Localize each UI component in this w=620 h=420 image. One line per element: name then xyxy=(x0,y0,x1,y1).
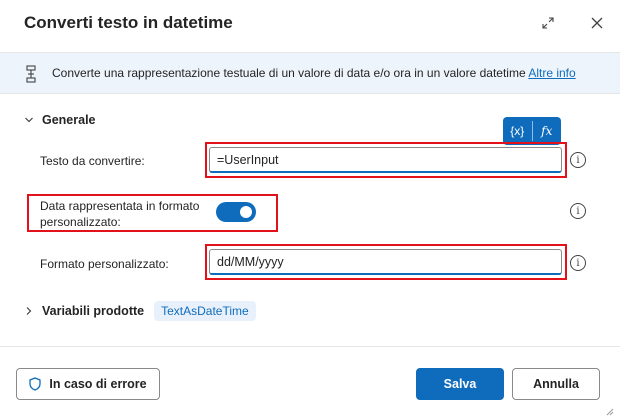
on-error-button[interactable]: In caso di errore xyxy=(16,368,160,400)
custom-format-toggle[interactable] xyxy=(216,202,256,222)
info-icon[interactable]: i xyxy=(570,203,586,219)
info-icon[interactable]: i xyxy=(570,152,586,168)
chevron-down-icon xyxy=(24,115,34,125)
info-icon[interactable]: i xyxy=(570,255,586,271)
produced-variables-title: Variabili prodotte xyxy=(42,304,145,318)
banner-description: Converte una rappresentazione testuale d… xyxy=(52,66,526,80)
custom-format-toggle-label-line1: Data rappresentata in formato xyxy=(40,199,200,213)
custom-format-input[interactable]: dd/MM/yyyy xyxy=(209,249,562,275)
text-to-convert-input[interactable]: =UserInput xyxy=(209,147,562,173)
expand-icon xyxy=(542,17,554,29)
close-button[interactable] xyxy=(586,12,608,34)
learn-more-link[interactable]: Altre info xyxy=(528,66,575,80)
save-button[interactable]: Salva xyxy=(416,368,504,400)
variable-function-picker: {x} fx xyxy=(503,117,561,145)
custom-format-toggle-label-line2: personalizzato: xyxy=(40,215,121,229)
resize-grip-icon[interactable] xyxy=(604,406,614,416)
produced-variables-header[interactable]: Variabili prodotte TextAsDateTime xyxy=(24,301,256,321)
custom-format-label: Formato personalizzato: xyxy=(40,257,169,271)
function-picker-button[interactable]: fx xyxy=(533,117,562,145)
text-to-convert-label: Testo da convertire: xyxy=(40,154,145,168)
on-error-label: In caso di errore xyxy=(49,377,147,391)
convert-text-datetime-dialog: Converti testo in datetime Converte una … xyxy=(0,0,620,420)
expand-button[interactable] xyxy=(537,12,559,34)
close-icon xyxy=(591,17,603,29)
banner-text: Converte una rappresentazione testuale d… xyxy=(52,66,576,80)
variable-picker-button[interactable]: {x} xyxy=(503,117,532,145)
section-general-title: Generale xyxy=(42,113,96,127)
cancel-button[interactable]: Annulla xyxy=(512,368,600,400)
info-banner: Converte una rappresentazione testuale d… xyxy=(0,52,620,94)
custom-format-toggle-label: Data rappresentata in formato personaliz… xyxy=(40,198,199,230)
dialog-title: Converti testo in datetime xyxy=(24,13,233,32)
section-general-header[interactable]: Generale xyxy=(24,113,96,127)
toggle-knob xyxy=(240,206,252,218)
action-icon xyxy=(26,65,36,83)
footer-divider xyxy=(0,346,620,347)
variable-chip[interactable]: TextAsDateTime xyxy=(154,301,256,321)
chevron-right-icon xyxy=(24,306,34,316)
shield-icon xyxy=(29,377,42,391)
